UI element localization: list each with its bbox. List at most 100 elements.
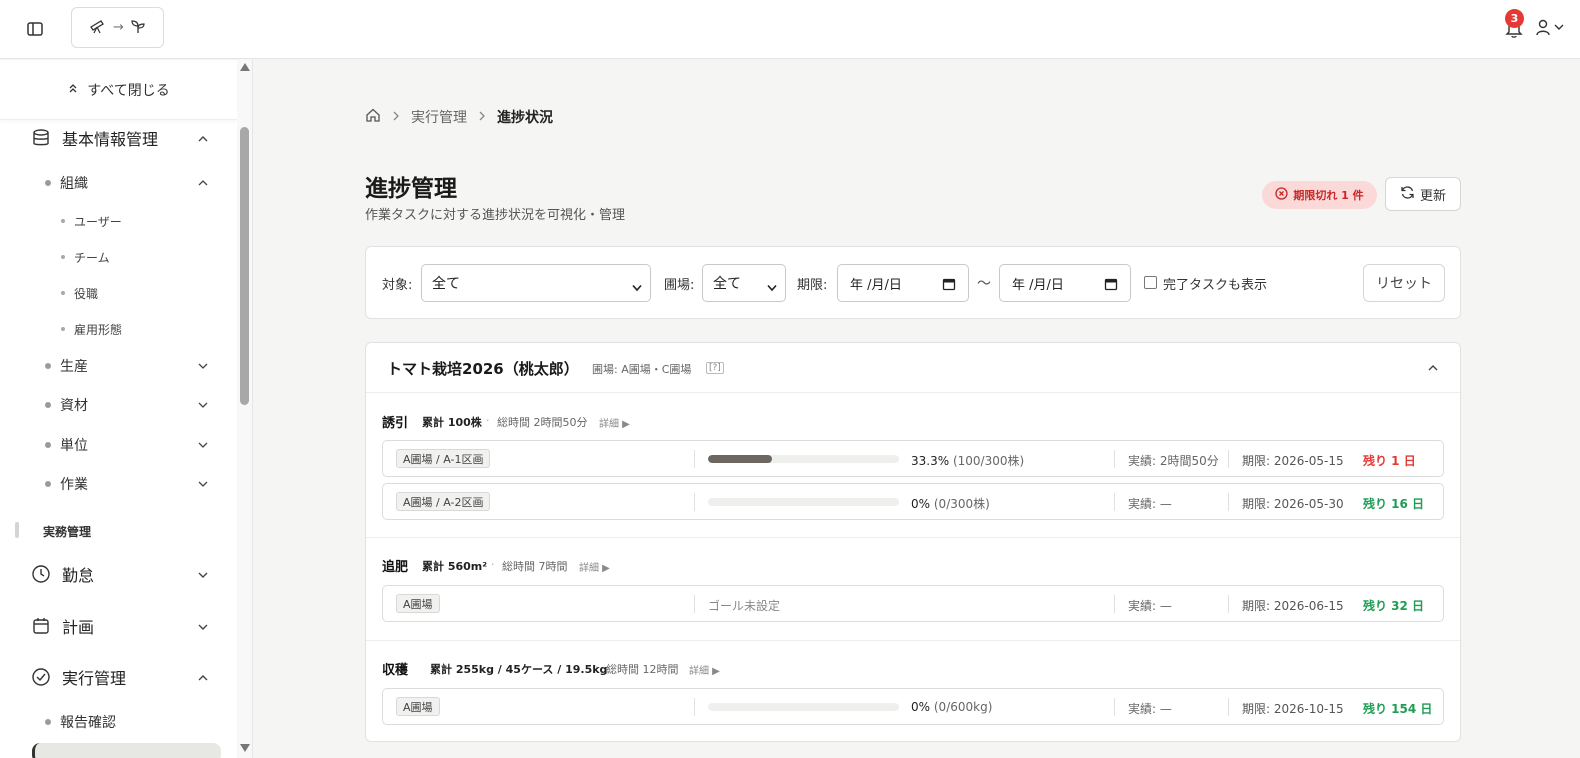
location-tag: A圃場 / A-2区画 (396, 492, 491, 511)
sidebar-item-attendance[interactable]: 勤怠 (30, 560, 210, 588)
sidebar-item-teams[interactable]: チーム (61, 246, 211, 268)
column-divider (694, 493, 695, 511)
calendar-icon (30, 615, 52, 637)
task-detail-toggle[interactable]: 詳細 ▶ (579, 559, 610, 574)
target-select[interactable]: 全て (421, 264, 651, 302)
date-from-input[interactable]: 年 /月/日 (837, 264, 969, 302)
sidebar-item-org[interactable]: 組織 (45, 171, 210, 195)
scroll-up-arrow-icon[interactable] (240, 63, 250, 71)
sidebar-item-basic-info[interactable]: 基本情報管理 (30, 124, 210, 152)
progress-row: A圃場 0% (0/600kg) 実績: — 期限: 2026-10-15 残り… (382, 688, 1444, 725)
sidebar-item-label: ユーザー (74, 214, 122, 229)
sidebar-item-users[interactable]: ユーザー (61, 210, 211, 232)
sidebar-item-label: 実行管理 (62, 669, 127, 688)
show-completed-label[interactable]: 完了タスクも表示 (1163, 274, 1267, 293)
calendar-icon[interactable] (942, 277, 956, 291)
calendar-icon[interactable] (1104, 277, 1118, 291)
chevron-down-icon (767, 280, 777, 292)
collapse-all-label: すべて閉じる (87, 82, 170, 99)
remaining-days: 残り 32 日 (1363, 599, 1425, 613)
progress-percent-detail: (100/300株) (952, 454, 1025, 468)
breadcrumb-parent[interactable]: 実行管理 (411, 107, 467, 127)
location-tag: A圃場 / A-1区画 (396, 449, 491, 468)
field-select-value: 全て (713, 276, 741, 292)
progress-percent-detail: (0/600kg) (933, 700, 993, 714)
task-divider (366, 640, 1460, 641)
page-title: 進捗管理 (365, 176, 457, 202)
collapse-all-button[interactable]: すべて閉じる (0, 60, 237, 120)
filter-panel: 対象: 全て 圃場: 全て 期限: 年 /月/日 ～ 年 /月/日 完了タスクも… (365, 246, 1461, 319)
task-detail-toggle[interactable]: 詳細 ▶ (599, 415, 630, 430)
sidebar-item-materials[interactable]: 資材 (45, 393, 210, 417)
notification-badge: 3 (1505, 9, 1524, 28)
sidebar-item-progress-active[interactable] (32, 743, 221, 758)
chevron-right-icon (391, 109, 401, 125)
reset-button[interactable]: リセット (1363, 264, 1445, 302)
sidebar-item-label: チーム (74, 250, 110, 265)
task-name: 追肥 (382, 560, 409, 575)
plan-fields: 圃場: A圃場・C圃場 (592, 363, 692, 376)
column-divider (1114, 493, 1115, 511)
user-icon (1535, 18, 1551, 40)
sidebar-item-report[interactable]: 報告確認 (45, 710, 210, 734)
remaining-days: 残り 16 日 (1363, 497, 1425, 511)
show-completed-checkbox[interactable] (1144, 276, 1157, 289)
breadcrumb-current: 進捗状況 (497, 110, 553, 126)
column-divider (1114, 595, 1115, 613)
sidebar-item-units[interactable]: 単位 (45, 433, 210, 457)
sidebar-item-production[interactable]: 生産 (45, 354, 210, 378)
refresh-button[interactable]: 更新 (1385, 177, 1461, 211)
chevron-down-icon (196, 619, 210, 633)
due-date: 期限: 2026-05-30 (1242, 497, 1344, 511)
task-total-time: 総時間 7時間 (502, 560, 568, 573)
sidebar-item-label: 基本情報管理 (62, 130, 159, 149)
sidebar-item-label: 作業 (60, 477, 88, 493)
sidebar-item-plan[interactable]: 計画 (30, 612, 210, 640)
sidebar-item-label: 資材 (60, 398, 88, 414)
chevron-down-icon (196, 359, 210, 373)
task-detail-toggle[interactable]: 詳細 ▶ (689, 662, 720, 677)
help-icon[interactable]: [?] (706, 362, 724, 374)
task-total-time: 総時間 2時間50分 (497, 416, 588, 429)
column-divider (1228, 450, 1229, 468)
sidebar-item-execution[interactable]: 実行管理 (30, 663, 210, 691)
sidebar-item-label: 役職 (74, 286, 99, 301)
task-total: 累計 255kg / 45ケース / 19.5kg (430, 663, 608, 676)
sidebar-item-work[interactable]: 作業 (45, 472, 210, 496)
sprout-icon (130, 18, 146, 38)
progress-percent: 0% (0/600kg) (911, 700, 992, 714)
overdue-badge[interactable]: 期限切れ 1 件 (1262, 181, 1377, 209)
due-date: 期限: 2026-06-15 (1242, 599, 1344, 613)
sidebar-item-label: 勤怠 (62, 566, 95, 585)
plan-title: トマト栽培2026（桃太郎） (387, 360, 579, 378)
bullet-dot (45, 719, 51, 725)
progress-bar (708, 703, 899, 711)
scrollbar-thumb[interactable] (240, 127, 249, 405)
sidebar-toggle-icon[interactable] (24, 18, 46, 40)
column-divider (694, 698, 695, 716)
plan-header[interactable]: トマト栽培2026（桃太郎） 圃場: A圃場・C圃場 [?] (366, 343, 1460, 393)
chevron-up-icon[interactable] (1426, 361, 1440, 375)
actual-time: 実績: 2時間50分 (1128, 454, 1219, 468)
progress-bar (708, 498, 899, 506)
scroll-down-arrow-icon[interactable] (240, 744, 250, 752)
sidebar-item-employment-types[interactable]: 雇用形態 (61, 318, 211, 340)
chevron-up-icon (196, 670, 210, 684)
progress-bar-fill (708, 455, 772, 463)
top-bar: → 3 (0, 0, 1580, 59)
home-icon[interactable] (365, 107, 381, 127)
chevron-down-icon (632, 280, 642, 292)
field-select[interactable]: 全て (702, 264, 786, 302)
progress-percent: 33.3% (100/300株) (911, 452, 1024, 469)
sidebar-item-label: 報告確認 (60, 715, 116, 731)
sidebar-item-label: 組織 (60, 176, 88, 192)
user-menu[interactable] (1535, 18, 1569, 40)
section-label-business: 実務管理 (43, 525, 92, 539)
task-separator: · (595, 661, 599, 674)
sidebar-item-label: 単位 (60, 438, 88, 454)
task-separator: · (486, 414, 490, 427)
sidebar-item-positions[interactable]: 役職 (61, 282, 211, 304)
date-to-input[interactable]: 年 /月/日 (999, 264, 1131, 302)
chevron-up-icon (196, 176, 210, 190)
app-logo[interactable]: → (71, 7, 164, 48)
